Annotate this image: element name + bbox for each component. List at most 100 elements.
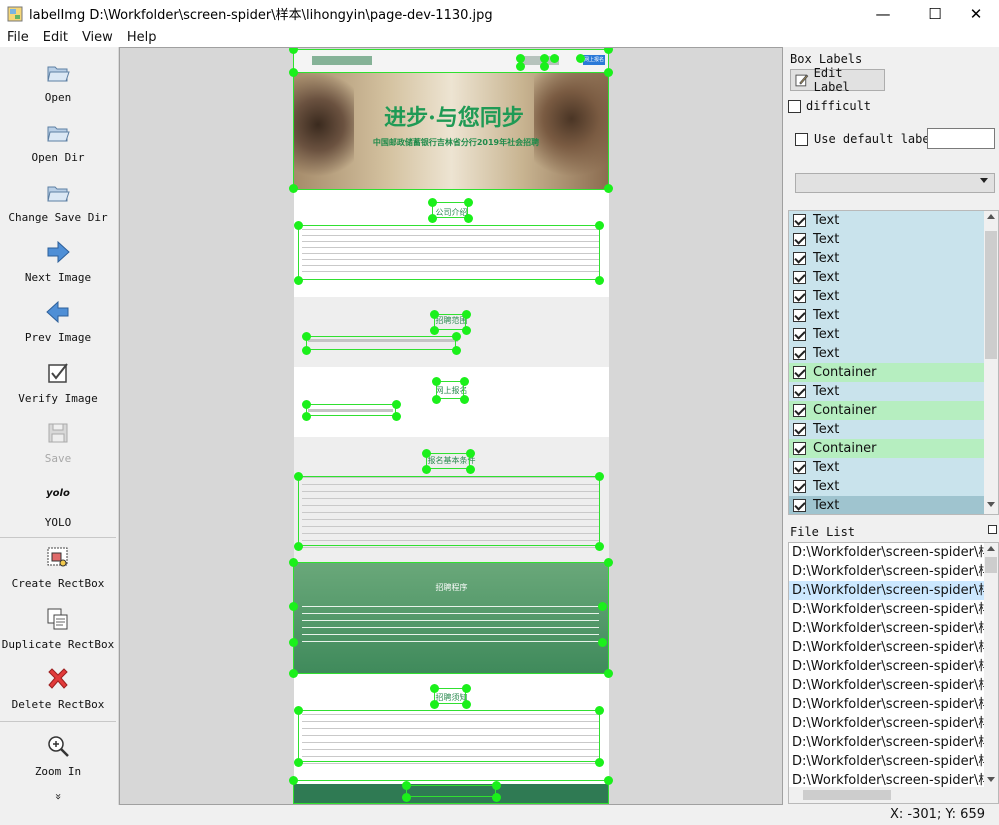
menu-edit[interactable]: Edit (36, 30, 75, 45)
box-handle[interactable] (289, 558, 298, 567)
file-list-item[interactable]: D:\Workfolder\screen-spider\样本 (789, 543, 984, 562)
edit-label-button[interactable]: Edit Label (790, 66, 885, 94)
label-list-item[interactable]: Text (789, 230, 984, 249)
box-handle[interactable] (430, 310, 439, 319)
save-button[interactable]: Save (0, 420, 116, 465)
box-handle[interactable] (464, 198, 473, 207)
annotation-box[interactable] (293, 72, 609, 190)
undock-icon[interactable] (988, 525, 997, 534)
label-list-item[interactable]: Text (789, 458, 984, 477)
file-list-item[interactable]: D:\Workfolder\screen-spider\样本 (789, 600, 984, 619)
label-combo[interactable] (795, 173, 995, 193)
use-default-label-check[interactable] (795, 132, 808, 146)
box-handle[interactable] (392, 412, 401, 421)
verify-image-button[interactable]: Verify Image (0, 360, 116, 405)
box-handle[interactable] (289, 184, 298, 193)
box-handle[interactable] (422, 465, 431, 474)
box-handle[interactable] (550, 54, 559, 63)
box-handle[interactable] (595, 706, 604, 715)
label-list-item[interactable]: Container (789, 363, 984, 382)
box-handle[interactable] (598, 638, 607, 647)
label-list[interactable]: Text Text Text Text Text Text Text Text Containe… (788, 210, 999, 515)
file-list-item[interactable]: D:\Workfolder\screen-spider\样本 (789, 638, 984, 657)
box-handle[interactable] (422, 449, 431, 458)
label-visible-checkbox[interactable] (793, 499, 806, 512)
label-visible-checkbox[interactable] (793, 233, 806, 246)
box-handle[interactable] (402, 781, 411, 790)
box-handle[interactable] (540, 62, 549, 71)
box-handle[interactable] (428, 214, 437, 223)
box-handle[interactable] (294, 221, 303, 230)
box-handle[interactable] (604, 558, 613, 567)
label-list-item[interactable]: Text (789, 325, 984, 344)
label-visible-checkbox[interactable] (793, 347, 806, 360)
box-handle[interactable] (492, 793, 501, 802)
box-handle[interactable] (302, 332, 311, 341)
annotation-box[interactable] (434, 314, 466, 330)
box-handle[interactable] (392, 400, 401, 409)
file-list-item[interactable]: D:\Workfolder\screen-spider\样本 (789, 714, 984, 733)
box-handle[interactable] (430, 326, 439, 335)
file-list-item[interactable]: D:\Workfolder\screen-spider\样本 (789, 733, 984, 752)
use-default-label-checkbox[interactable]: Use default label (795, 132, 937, 146)
box-handle[interactable] (294, 758, 303, 767)
label-visible-checkbox[interactable] (793, 328, 806, 341)
label-list-item[interactable]: Text (789, 268, 984, 287)
file-list[interactable]: D:\Workfolder\screen-spider\样本 D:\Workfol… (788, 542, 999, 804)
box-handle[interactable] (452, 332, 461, 341)
zoom-in-button[interactable]: Zoom In (0, 733, 116, 778)
label-list-item[interactable]: Text (789, 211, 984, 230)
menu-help[interactable]: Help (120, 30, 164, 45)
box-handle[interactable] (302, 412, 311, 421)
box-handle[interactable] (595, 542, 604, 551)
toolbar-overflow-button[interactable]: » (0, 790, 116, 803)
file-list-item[interactable]: D:\Workfolder\screen-spider\样本 (789, 657, 984, 676)
box-handle[interactable] (294, 472, 303, 481)
file-list-item[interactable]: D:\Workfolder\screen-spider\样本 (789, 676, 984, 695)
box-handle[interactable] (598, 602, 607, 611)
change-save-dir-button[interactable]: Change Save Dir (0, 179, 116, 224)
label-visible-checkbox[interactable] (793, 366, 806, 379)
menu-file[interactable]: File (0, 30, 36, 45)
box-handle[interactable] (604, 68, 613, 77)
label-visible-checkbox[interactable] (793, 442, 806, 455)
box-handle[interactable] (462, 700, 471, 709)
file-list-item[interactable]: D:\Workfolder\screen-spider\样本 (789, 619, 984, 638)
scroll-down-icon[interactable] (987, 777, 995, 782)
difficult-checkbox[interactable]: difficult (788, 99, 871, 113)
label-list-item[interactable]: Text (789, 382, 984, 401)
box-handle[interactable] (595, 472, 604, 481)
box-handle[interactable] (516, 62, 525, 71)
annotation-box[interactable] (434, 688, 466, 704)
box-handle[interactable] (604, 184, 613, 193)
box-handle[interactable] (492, 781, 501, 790)
label-list-item[interactable]: Container (789, 401, 984, 420)
box-handle[interactable] (462, 684, 471, 693)
scrollbar-thumb[interactable] (985, 231, 997, 359)
label-list-item[interactable]: Container (789, 439, 984, 458)
label-visible-checkbox[interactable] (793, 214, 806, 227)
label-list-item[interactable]: Text (789, 496, 984, 514)
box-handle[interactable] (289, 68, 298, 77)
box-handle[interactable] (294, 542, 303, 551)
annotation-box[interactable] (306, 404, 396, 416)
scroll-up-icon[interactable] (987, 546, 995, 551)
box-handle[interactable] (302, 346, 311, 355)
image-canvas[interactable]: 网上报名 进步·与您同步 中国邮政储蓄银行吉林省分行2019年社会招聘 公司介绍… (119, 47, 783, 805)
maximize-button[interactable]: ☐ (912, 0, 958, 27)
box-handle[interactable] (294, 706, 303, 715)
box-handle[interactable] (289, 776, 298, 785)
box-handle[interactable] (430, 684, 439, 693)
annotation-box[interactable] (432, 202, 468, 218)
annotation-box[interactable] (293, 49, 609, 73)
file-list-item[interactable]: D:\Workfolder\screen-spider\样本 (789, 695, 984, 714)
label-visible-checkbox[interactable] (793, 461, 806, 474)
scrollbar-thumb[interactable] (803, 790, 891, 800)
annotation-box[interactable] (306, 336, 456, 350)
scroll-up-icon[interactable] (987, 214, 995, 219)
box-handle[interactable] (428, 198, 437, 207)
close-button[interactable]: ✕ (953, 0, 999, 27)
label-list-scrollbar[interactable] (984, 211, 998, 514)
file-list-item[interactable]: D:\Workfolder\screen-spider\样本 (789, 752, 984, 771)
box-handle[interactable] (460, 395, 469, 404)
